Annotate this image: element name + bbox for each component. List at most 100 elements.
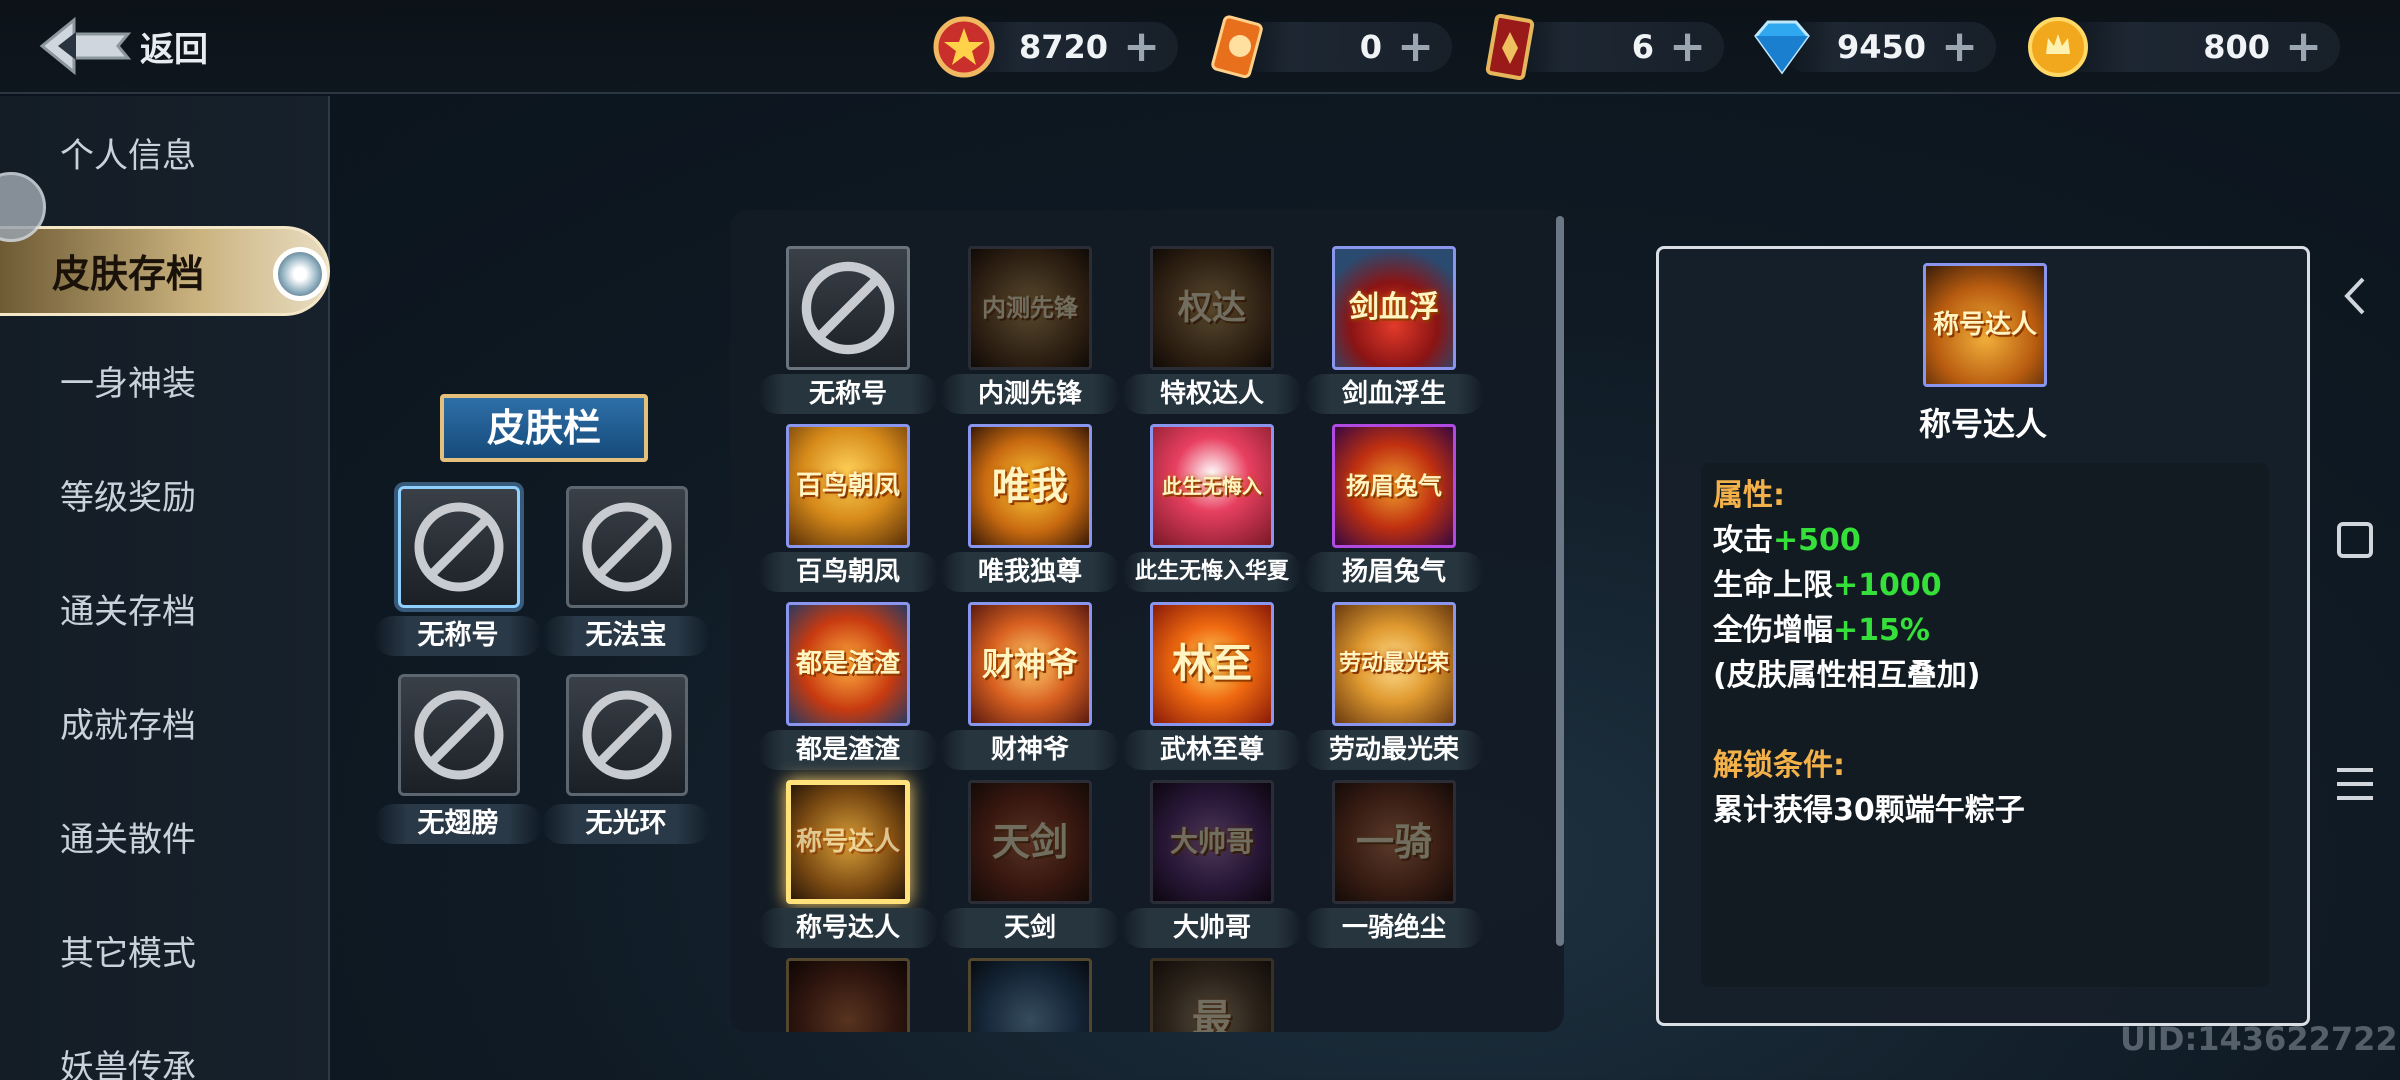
skin-tile[interactable]: 天剑 天剑: [940, 780, 1120, 948]
skin-art-text: 唯我: [991, 464, 1068, 508]
skin-tile-label: 无称号: [758, 374, 938, 414]
skin-tile-label: 称号达人: [758, 908, 938, 948]
attributes-heading: 属性:: [1713, 478, 1785, 513]
skin-art-text: 扬眉兔气: [1346, 472, 1442, 500]
skin-tile[interactable]: 此生无悔入 此生无悔入华夏: [1122, 424, 1302, 592]
skin-art-text: 内测先锋: [982, 294, 1078, 322]
red-star-medal-icon: [924, 14, 1004, 80]
none-icon: [414, 502, 504, 592]
attribute-box: 属性: 攻击+500 生命上限+1000 全伤增幅+15% (皮肤属性相互叠加)…: [1701, 463, 2269, 987]
nav-item-achievement-archive[interactable]: 成就存档: [0, 681, 330, 771]
active-indicator-icon: [273, 247, 327, 301]
slot-title-label: 无称号: [374, 616, 542, 656]
resource-honor: 8720 +: [924, 14, 1178, 80]
add-gold-button[interactable]: +: [2285, 22, 2322, 72]
skin-tile[interactable]: 大帅哥 大帅哥: [1122, 780, 1302, 948]
add-ticket-button[interactable]: +: [1669, 22, 1706, 72]
gold-coin-icon: [2018, 14, 2098, 80]
skin-tile-label: 百鸟朝凤: [758, 552, 938, 592]
nav-item-profile[interactable]: 个人信息: [0, 111, 330, 201]
skin-tile[interactable]: 林至 武林至尊: [1122, 602, 1302, 770]
slot-treasure[interactable]: 无法宝: [542, 486, 710, 656]
unlock-heading: 解锁条件:: [1713, 748, 1845, 783]
skin-art-text: 剑血浮: [1349, 290, 1439, 325]
none-icon: [582, 502, 672, 592]
back-arrow-icon: [39, 16, 132, 76]
skin-art-text: 劳动最光荣: [1338, 651, 1449, 676]
skin-tile[interactable]: [968, 958, 1092, 1032]
add-card-button[interactable]: +: [1397, 22, 1434, 72]
skin-tile-selected[interactable]: 称号达人 称号达人: [758, 780, 938, 948]
skin-tile[interactable]: 都是渣渣 都是渣渣: [758, 602, 938, 770]
top-bar: 返回 8720 + 0 + 6 + 9450 + 800 +: [0, 0, 2400, 94]
nav-item-clear-parts[interactable]: 通关散件: [0, 795, 330, 885]
user-id: UID:1436227225: [2120, 1020, 2400, 1058]
skin-tile[interactable]: 一骑 一骑绝尘: [1304, 780, 1484, 948]
slot-wings-label: 无翅膀: [374, 804, 542, 844]
skin-tile[interactable]: 劳动最光荣 劳动最光荣: [1304, 602, 1484, 770]
nav-item-beast-legacy[interactable]: 妖兽传承: [0, 1023, 330, 1080]
skin-art-text: 一骑: [1355, 820, 1432, 864]
nav-item-skin-archive[interactable]: 皮肤存档: [0, 226, 330, 316]
slot-wings[interactable]: 无翅膀: [374, 674, 542, 844]
selected-skin-icon: 称号达人: [1923, 263, 2047, 387]
attr-damage-boost: 全伤增幅+15%: [1713, 613, 1930, 648]
skin-tile-label: 剑血浮生: [1304, 374, 1484, 414]
skin-art-text: 百鸟朝凤: [795, 471, 900, 501]
skin-art-text: 林至: [1172, 641, 1252, 687]
skin-tile[interactable]: 权达 特权达人: [1122, 246, 1302, 414]
skin-tile-label: 劳动最光荣: [1304, 730, 1484, 770]
resource-diamond-value: 9450: [1836, 28, 1926, 66]
grid-scrollbar[interactable]: [1556, 216, 1564, 946]
skin-tile-label: 唯我独尊: [940, 552, 1120, 592]
detail-art-text: 称号达人: [1932, 310, 2037, 340]
red-ticket-icon: [1470, 14, 1550, 80]
skin-tile-label: 特权达人: [1122, 374, 1302, 414]
resource-card-value: 0: [1359, 28, 1382, 66]
skin-art-text: 最: [1192, 997, 1232, 1032]
skin-tile[interactable]: 唯我 唯我独尊: [940, 424, 1120, 592]
slot-title[interactable]: 无称号: [374, 486, 542, 656]
skin-tile[interactable]: [786, 958, 910, 1032]
back-label: 返回: [140, 29, 208, 70]
resource-honor-value: 8720: [1018, 28, 1108, 66]
skin-tile[interactable]: 扬眉兔气 扬眉兔气: [1304, 424, 1484, 592]
skin-art-text: 天剑: [991, 820, 1068, 864]
attr-attack: 攻击+500: [1713, 523, 1861, 558]
skin-tile[interactable]: 内测先锋 内测先锋: [940, 246, 1120, 414]
add-honor-button[interactable]: +: [1123, 22, 1160, 72]
skin-tile[interactable]: 财神爷 财神爷: [940, 602, 1120, 770]
skin-art-text: 财神爷: [981, 645, 1078, 683]
side-nav: 个人信息 皮肤存档 一身神装 等级奖励 通关存档 成就存档 通关散件 其它模式 …: [0, 96, 330, 1080]
skin-tile[interactable]: 最: [1150, 958, 1274, 1032]
slot-halo[interactable]: 无光环: [542, 674, 710, 844]
skin-grid-panel: 无称号 内测先锋 内测先锋 权达 特权达人 剑血浮 剑血浮生 百鸟朝凤 百鸟朝凤…: [730, 210, 1564, 1032]
skin-tile-label: 此生无悔入华夏: [1122, 552, 1302, 592]
attr-stacking-note: (皮肤属性相互叠加): [1713, 658, 1981, 693]
nav-item-clear-archive[interactable]: 通关存档: [0, 567, 330, 657]
resource-ticket: 6 +: [1470, 14, 1724, 80]
skin-art-text: 此生无悔入: [1162, 474, 1262, 498]
nav-menu-icon[interactable]: [2310, 744, 2400, 824]
skin-art-text: 权达: [1178, 288, 1246, 328]
skin-tile[interactable]: 百鸟朝凤 百鸟朝凤: [758, 424, 938, 592]
nav-item-level-rewards[interactable]: 等级奖励: [0, 453, 330, 543]
none-icon: [582, 690, 672, 780]
skin-tile[interactable]: 无称号: [758, 246, 938, 414]
selected-skin-name: 称号达人: [1918, 405, 2047, 443]
add-diamond-button[interactable]: +: [1941, 22, 1978, 72]
nav-item-other-modes[interactable]: 其它模式: [0, 909, 330, 999]
nav-back-icon[interactable]: [2310, 256, 2400, 336]
skin-art-text: 大帅哥: [1169, 825, 1254, 858]
skin-tile-label: 一骑绝尘: [1304, 908, 1484, 948]
unlock-condition: 累计获得30颗端午粽子: [1713, 793, 2025, 828]
skin-tile-label: 大帅哥: [1122, 908, 1302, 948]
nav-item-full-gear[interactable]: 一身神装: [0, 339, 330, 429]
nav-home-icon[interactable]: [2310, 500, 2400, 580]
orange-card-icon: [1198, 14, 1278, 80]
skin-detail-panel: 称号达人 称号达人 属性: 攻击+500 生命上限+1000 全伤增幅+15% …: [1656, 246, 2310, 1026]
skin-tile[interactable]: 剑血浮 剑血浮生: [1304, 246, 1484, 414]
skin-tile-label: 内测先锋: [940, 374, 1120, 414]
back-button[interactable]: 返回: [38, 14, 218, 78]
attr-max-hp: 生命上限+1000: [1713, 568, 1942, 603]
